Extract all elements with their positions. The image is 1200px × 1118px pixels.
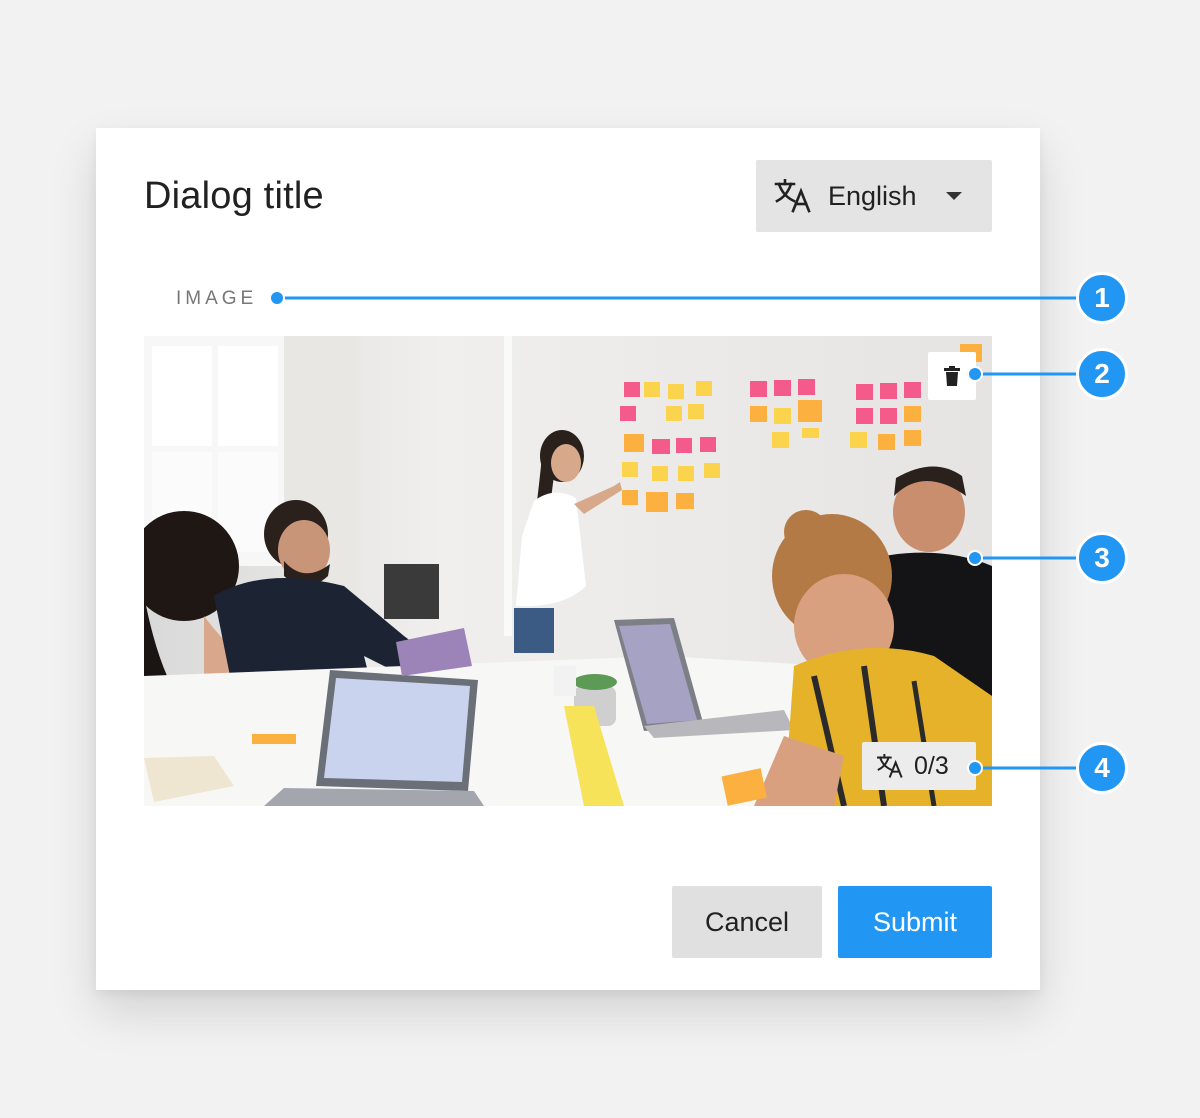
callout-marker-1: 1 bbox=[1076, 272, 1128, 324]
image-section-label: IMAGE bbox=[176, 288, 258, 309]
submit-button[interactable]: Submit bbox=[838, 886, 992, 958]
translate-icon bbox=[774, 178, 812, 218]
dialog: Dialog title English IMAGE 0/3 Cancel Su… bbox=[96, 128, 1040, 990]
translate-icon bbox=[876, 753, 904, 783]
trash-icon bbox=[944, 366, 960, 386]
callout-marker-3: 3 bbox=[1076, 532, 1128, 584]
language-select[interactable]: English bbox=[756, 160, 992, 232]
language-select-value: English bbox=[828, 181, 917, 211]
cancel-button[interactable]: Cancel bbox=[672, 886, 822, 958]
chevron-down-icon bbox=[946, 192, 962, 200]
callout-marker-4: 4 bbox=[1076, 742, 1128, 794]
callout-marker-2: 2 bbox=[1076, 348, 1128, 400]
image-preview: 0/3 bbox=[144, 336, 992, 806]
translation-count: 0/3 bbox=[914, 752, 949, 780]
dialog-title: Dialog title bbox=[144, 175, 324, 217]
translation-status-button[interactable]: 0/3 bbox=[862, 742, 976, 790]
page: Dialog title English IMAGE 0/3 Cancel Su… bbox=[0, 0, 1200, 1118]
meeting-photo bbox=[144, 336, 992, 806]
delete-image-button[interactable] bbox=[928, 352, 976, 400]
